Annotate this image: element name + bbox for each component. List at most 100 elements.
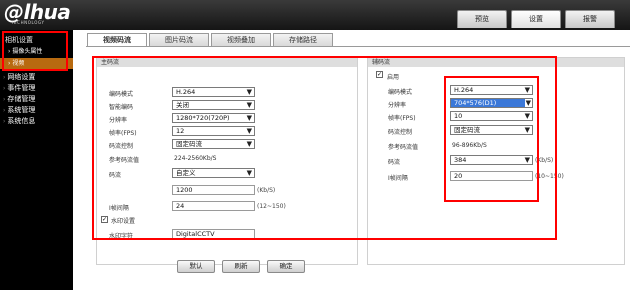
resolution-select[interactable]: 1280*720(720P) ▼ — [172, 113, 255, 123]
sidebar-item-camera-props[interactable]: › 摄像头属性 — [0, 46, 73, 57]
watermark-checkbox[interactable]: ✓ — [101, 216, 108, 223]
subtab-video-stream[interactable]: 视频码流 — [87, 33, 147, 47]
chevron-down-icon: ▼ — [524, 112, 530, 120]
confirm-button[interactable]: 确定 — [267, 260, 305, 273]
iframe-range: (12~150) — [257, 203, 286, 210]
chevron-down-icon: ▼ — [524, 99, 532, 107]
watermark-text-input[interactable]: DigitalCCTV — [172, 229, 255, 239]
sub-codec-label: 编码模式 — [388, 89, 413, 96]
codec-value: H.264 — [176, 88, 196, 96]
chevron-down-icon: ▼ — [246, 114, 252, 122]
sub-codec-select[interactable]: H.264 ▼ — [450, 85, 533, 95]
bitrate-select[interactable]: 自定义 ▼ — [172, 168, 255, 178]
sidebar-item-label: 事件管理 — [7, 84, 36, 92]
arrow-icon: › — [3, 85, 6, 92]
codec-label: 编码模式 — [109, 91, 134, 98]
chevron-down-icon: ▼ — [246, 88, 252, 96]
sub-stream-enable-checkbox[interactable]: ✓ — [376, 71, 383, 78]
sidebar-item-label: 系统管理 — [7, 106, 36, 114]
fps-label: 帧率(FPS) — [109, 130, 137, 137]
bitrate-label: 码流 — [109, 172, 122, 179]
sidebar-item-label: 存储管理 — [7, 95, 36, 103]
top-header: @lhua TECHNOLOGY 预览 设置 报警 — [0, 0, 630, 30]
ref-bitrate-label: 参考码流值 — [109, 157, 140, 164]
custom-bitrate-input[interactable]: 1200 — [172, 185, 255, 195]
sub-fps-label: 帧率(FPS) — [388, 115, 416, 122]
sub-resolution-label: 分辨率 — [388, 102, 407, 109]
custom-bitrate-unit: (Kb/S) — [257, 187, 276, 194]
sub-bitrate-select[interactable]: 384 ▼ — [450, 155, 533, 165]
sub-iframe-input[interactable]: 20 — [450, 171, 533, 181]
smart-codec-value: 关闭 — [176, 101, 189, 109]
sidebar-item-storage[interactable]: › 存储管理 — [0, 94, 73, 105]
sidebar-item-video[interactable]: › 视频 — [0, 58, 73, 69]
fps-select[interactable]: 12 ▼ — [172, 126, 255, 136]
tab-alarm[interactable]: 报警 — [565, 10, 615, 28]
sidebar-item-network[interactable]: › 网络设置 — [0, 72, 73, 83]
brand-tagline: TECHNOLOGY — [11, 20, 45, 25]
iframe-label: I帧间隔 — [109, 205, 129, 212]
chevron-down-icon: ▼ — [524, 86, 530, 94]
sub-iframe-label: I帧间隔 — [388, 175, 408, 182]
sidebar-item-info[interactable]: › 系统信息 — [0, 116, 73, 127]
arrow-icon: › — [3, 74, 6, 81]
watermark-label: 水印设置 — [111, 218, 136, 225]
sub-ref-bitrate-value: 96-896Kb/S — [452, 142, 487, 149]
sidebar-item-label: 视频 — [12, 60, 25, 67]
sub-fps-value: 10 — [454, 112, 463, 120]
content-area: 视频码流 图片码流 视频叠加 存储路径 主码流 编码模式 H.264 ▼ 智能编码… — [73, 30, 630, 290]
sub-stream-panel: 辅码流 ✓ 启用 编码模式 H.264 ▼ 分辨率 704*576(D1) ▼ 帧率… — [367, 57, 625, 265]
sub-resolution-select[interactable]: 704*576(D1) ▼ — [450, 98, 533, 108]
arrow-icon: › — [8, 60, 11, 67]
sub-iframe-range: (10~150) — [535, 173, 564, 180]
chevron-down-icon: ▼ — [524, 126, 530, 134]
sub-codec-value: H.264 — [454, 86, 474, 94]
arrow-icon: › — [3, 96, 6, 103]
bitrate-control-value: 固定码流 — [176, 140, 202, 148]
sidebar-item-events[interactable]: › 事件管理 — [0, 83, 73, 94]
tab-divider — [86, 46, 630, 47]
tab-settings[interactable]: 设置 — [511, 10, 561, 28]
sub-ref-bitrate-label: 参考码流值 — [388, 144, 419, 151]
sidebar-camera-settings[interactable]: 相机设置 — [5, 35, 33, 45]
sub-bitrate-unit: (Kb/S) — [535, 157, 554, 164]
bitrate-value: 自定义 — [176, 169, 196, 177]
chevron-down-icon: ▼ — [246, 101, 252, 109]
resolution-label: 分辨率 — [109, 117, 128, 124]
subtab-snapshot-stream[interactable]: 图片码流 — [149, 33, 209, 47]
smart-codec-select[interactable]: 关闭 ▼ — [172, 100, 255, 110]
sub-fps-select[interactable]: 10 ▼ — [450, 111, 533, 121]
chevron-down-icon: ▼ — [246, 140, 252, 148]
ref-bitrate-value: 224-2560Kb/S — [174, 155, 217, 162]
arrow-icon: › — [8, 48, 11, 55]
sub-bitrate-control-label: 码流控制 — [388, 129, 413, 136]
sub-bitrate-control-select[interactable]: 固定码流 ▼ — [450, 125, 533, 135]
main-stream-title: 主码流 — [97, 58, 357, 67]
sub-bitrate-value: 384 — [454, 156, 467, 164]
subtab-video-overlay[interactable]: 视频叠加 — [211, 33, 271, 47]
sidebar-item-label: 摄像头属性 — [12, 48, 43, 55]
refresh-button[interactable]: 刷新 — [222, 260, 260, 273]
arrow-icon: › — [3, 118, 6, 125]
sidebar-item-label: 系统信息 — [7, 117, 36, 125]
arrow-icon: › — [3, 107, 6, 114]
bitrate-control-select[interactable]: 固定码流 ▼ — [172, 139, 255, 149]
resolution-value: 1280*720(720P) — [176, 114, 230, 122]
sub-bitrate-label: 码流 — [388, 159, 401, 166]
main-stream-panel: 主码流 编码模式 H.264 ▼ 智能编码 关闭 ▼ 分辨率 1280*720(72… — [96, 57, 358, 265]
sidebar-item-system[interactable]: › 系统管理 — [0, 105, 73, 116]
watermark-text-label: 水印字符 — [109, 233, 134, 240]
sub-stream-title: 辅码流 — [368, 58, 624, 67]
default-button[interactable]: 默认 — [177, 260, 215, 273]
tab-preview[interactable]: 预览 — [457, 10, 507, 28]
sub-bitrate-control-value: 固定码流 — [454, 126, 480, 134]
codec-select[interactable]: H.264 ▼ — [172, 87, 255, 97]
bitrate-control-label: 码流控制 — [109, 143, 134, 150]
subtab-storage-path[interactable]: 存储路径 — [273, 33, 333, 47]
sub-resolution-value: 704*576(D1) — [454, 99, 497, 107]
chevron-down-icon: ▼ — [524, 156, 530, 164]
sub-stream-enable-label: 启用 — [387, 74, 400, 81]
sidebar-item-label: 网络设置 — [7, 73, 36, 81]
sidebar: 相机设置 › 摄像头属性 › 视频 › 网络设置 › 事件管理 › 存储管理 › 系统管理 … — [0, 30, 73, 290]
iframe-input[interactable]: 24 — [172, 201, 255, 211]
